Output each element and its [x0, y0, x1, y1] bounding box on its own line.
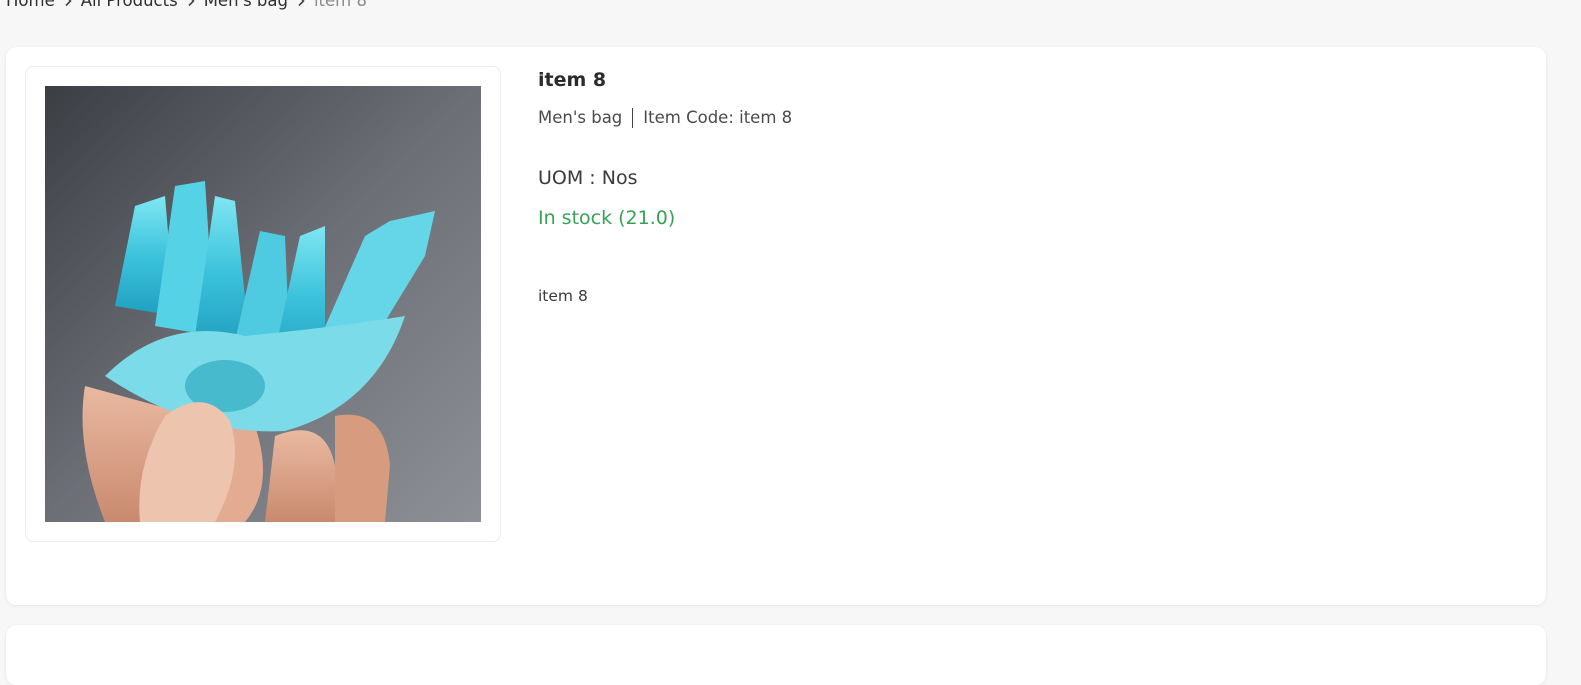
- breadcrumb-current-item: item 8: [313, 0, 367, 10]
- chevron-right-icon: [288, 0, 314, 10]
- breadcrumb-home-link[interactable]: Home: [6, 0, 55, 10]
- product-item-code: Item Code: item 8: [643, 108, 793, 127]
- product-card: item 8 Men's bag Item Code: item 8 UOM :…: [6, 47, 1546, 605]
- product-image[interactable]: [45, 86, 481, 522]
- product-details: item 8 Men's bag Item Code: item 8 UOM :…: [538, 67, 792, 306]
- product-meta: Men's bag Item Code: item 8: [538, 107, 792, 129]
- product-description: item 8: [538, 287, 588, 305]
- stock-status: In stock (21.0): [538, 207, 676, 229]
- product-category: Men's bag: [538, 108, 623, 127]
- breadcrumb-all-products-link[interactable]: All Products: [81, 0, 178, 10]
- secondary-card: [6, 625, 1546, 685]
- chevron-right-icon: [178, 0, 204, 10]
- meta-divider: [632, 108, 634, 128]
- product-title: item 8: [538, 69, 607, 91]
- product-image-frame: [25, 66, 501, 542]
- breadcrumb: Home All Products Men's bag item 8: [6, 0, 367, 12]
- product-uom: UOM : Nos: [538, 167, 638, 189]
- chevron-right-icon: [55, 0, 81, 10]
- breadcrumb-category-link[interactable]: Men's bag: [204, 0, 288, 10]
